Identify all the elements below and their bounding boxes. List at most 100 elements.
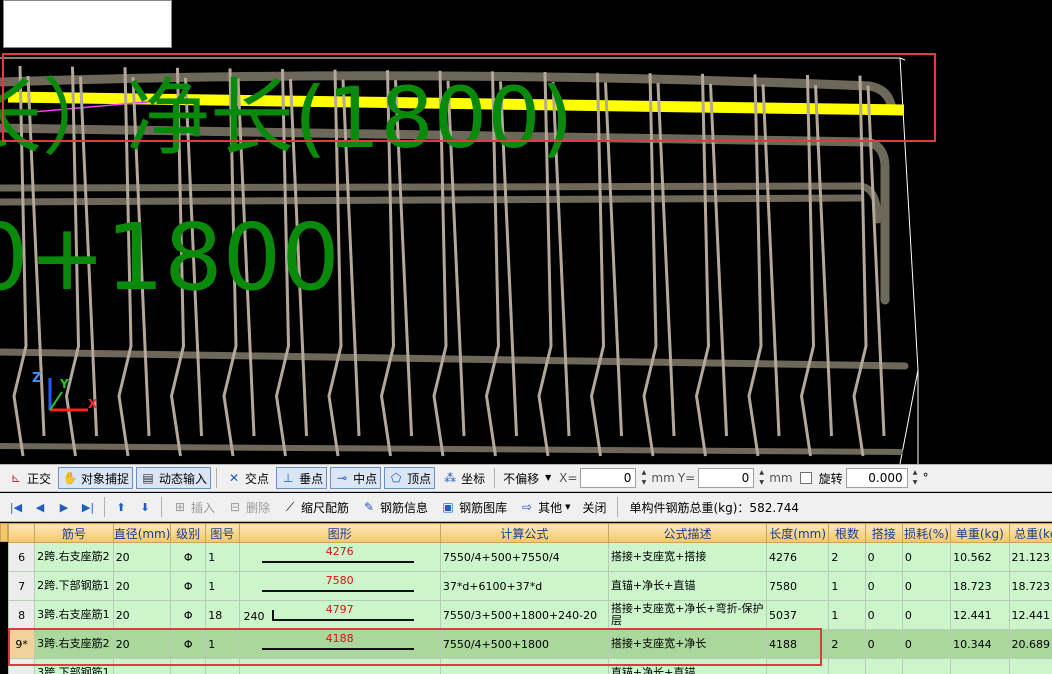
cell-name[interactable]: 2跨.下部钢筋1: [34, 571, 114, 601]
cell-total-w[interactable]: 12.441: [1008, 600, 1052, 630]
close-button[interactable]: 关闭: [578, 496, 610, 518]
cell-diameter[interactable]: 20: [112, 571, 172, 601]
row-number[interactable]: 9*: [7, 629, 36, 659]
cell-unit-w[interactable]: 18.723: [950, 571, 1010, 601]
rebar-info-button[interactable]: ✎ 钢筋信息: [357, 496, 432, 518]
row-number[interactable]: 6: [7, 542, 36, 572]
cell-formula[interactable]: 7550/3+500+1800+240-20: [439, 600, 609, 630]
previous-record-icon[interactable]: ◀: [30, 501, 50, 514]
row-number[interactable]: [7, 658, 36, 674]
cell-diameter[interactable]: [112, 658, 172, 674]
3d-viewport[interactable]: Z Y X 长）净长(1800) 0+1800: [0, 0, 1052, 464]
cell-lap[interactable]: 0: [864, 629, 903, 659]
cell-length[interactable]: 7580: [765, 571, 830, 601]
move-up-icon[interactable]: ⬆: [111, 501, 131, 514]
cell-grade[interactable]: Φ: [170, 542, 207, 572]
cell-grade[interactable]: [170, 658, 207, 674]
vertex-snap-button[interactable]: ⬠ 顶点: [384, 467, 436, 489]
cell-diameter[interactable]: 20: [112, 542, 172, 572]
coordinate-snap-button[interactable]: ⁂ 坐标: [438, 467, 489, 489]
cell-total-w[interactable]: [1008, 658, 1052, 674]
cell-lap[interactable]: 0: [864, 571, 903, 601]
cell-lap[interactable]: [864, 658, 903, 674]
cell-desc[interactable]: 直锚+净长+直锚: [607, 571, 767, 601]
rotate-input[interactable]: 0.000: [845, 468, 908, 488]
column-header[interactable]: 图号: [205, 523, 240, 543]
y-coord-input[interactable]: 0: [698, 468, 755, 488]
object-snap-button[interactable]: ✋ 对象捕捉: [58, 467, 134, 489]
column-header[interactable]: 长度(mm): [765, 523, 830, 543]
cell-formula[interactable]: [439, 658, 609, 674]
cell-name[interactable]: 3跨.右支座筋2: [34, 629, 114, 659]
column-header[interactable]: 搭接: [864, 523, 903, 543]
rebar-library-button[interactable]: ▣ 钢筋图库: [436, 496, 511, 518]
offset-mode-select[interactable]: 不偏移 ▼: [500, 468, 556, 488]
cell-length[interactable]: [765, 658, 830, 674]
cell-fig[interactable]: 1: [205, 571, 240, 601]
table-row[interactable]: 3跨.下部钢筋1 直锚+净长+直锚: [7, 658, 1052, 674]
cell-formula[interactable]: 37*d+6100+37*d: [439, 571, 609, 601]
cell-length[interactable]: 5037: [765, 600, 830, 630]
cell-loss[interactable]: 0: [901, 629, 952, 659]
cell-grade[interactable]: Φ: [170, 629, 207, 659]
intersection-snap-button[interactable]: ✕ 交点: [222, 467, 273, 489]
cell-shape[interactable]: [238, 658, 441, 674]
rotate-checkbox[interactable]: [799, 472, 812, 484]
cell-total-w[interactable]: 20.689: [1008, 629, 1052, 659]
column-header[interactable]: 公式描述: [607, 523, 767, 543]
scale-rebar-button[interactable]: ⟋ 缩尺配筋: [278, 496, 353, 518]
cell-loss[interactable]: 0: [901, 600, 952, 630]
cell-diameter[interactable]: 20: [112, 600, 172, 630]
column-header[interactable]: 损耗(%): [901, 523, 952, 543]
midpoint-snap-button[interactable]: ⊸ 中点: [330, 467, 382, 489]
x-coord-spinner[interactable]: ▲ ▼: [639, 468, 648, 488]
cell-lap[interactable]: 0: [864, 542, 903, 572]
column-header[interactable]: 计算公式: [439, 523, 609, 543]
row-number[interactable]: 8: [7, 600, 36, 630]
table-row[interactable]: 8 3跨.右支座筋1 20 Φ 18 4797 240 7550/3+500+1800+240…: [7, 600, 1052, 630]
cell-count[interactable]: 1: [828, 600, 866, 630]
cell-grade[interactable]: Φ: [170, 600, 207, 630]
column-header[interactable]: 总重(kg): [1008, 523, 1052, 543]
cell-fig[interactable]: 1: [205, 542, 240, 572]
other-menu-button[interactable]: ⇨ 其他 ▼: [515, 496, 574, 518]
cell-total-w[interactable]: 18.723: [1008, 571, 1052, 601]
cell-lap[interactable]: 0: [864, 600, 903, 630]
column-header[interactable]: 根数: [828, 523, 866, 543]
preview-window[interactable]: [3, 0, 172, 48]
y-coord-spinner[interactable]: ▲ ▼: [757, 468, 766, 488]
cell-formula[interactable]: 7550/4+500+1800: [439, 629, 609, 659]
ortho-button[interactable]: ⊾ 正交: [4, 467, 55, 489]
cell-loss[interactable]: [901, 658, 952, 674]
cell-count[interactable]: 1: [828, 571, 866, 601]
table-row[interactable]: 9* 3跨.右支座筋2 20 Φ 1 4188 7550/4+500+1800 搭接+支座宽+…: [7, 629, 1052, 659]
perpendicular-snap-button[interactable]: ⊥ 垂点: [276, 467, 328, 489]
dynamic-input-button[interactable]: ▤ 动态输入: [136, 467, 212, 489]
cell-name[interactable]: 3跨.右支座筋1: [34, 600, 114, 630]
cell-shape[interactable]: 4797 240: [238, 600, 441, 630]
cell-formula[interactable]: 7550/4+500+7550/4: [439, 542, 609, 572]
cell-fig[interactable]: [205, 658, 240, 674]
cell-shape[interactable]: 4188: [238, 629, 441, 659]
cell-diameter[interactable]: 20: [112, 629, 172, 659]
cell-desc[interactable]: 搭接+支座宽+净长+弯折-保护层: [607, 600, 767, 630]
move-down-icon[interactable]: ⬇: [135, 501, 155, 514]
column-header[interactable]: 单重(kg): [950, 523, 1010, 543]
first-record-icon[interactable]: |◀: [6, 501, 26, 514]
cell-unit-w[interactable]: 12.441: [950, 600, 1010, 630]
cell-total-w[interactable]: 21.123: [1008, 542, 1052, 572]
cell-shape[interactable]: 7580: [238, 571, 441, 601]
cell-grade[interactable]: Φ: [170, 571, 207, 601]
column-header[interactable]: 图形: [238, 523, 441, 543]
cell-name[interactable]: 3跨.下部钢筋1: [34, 658, 114, 674]
column-header[interactable]: 级别: [170, 523, 207, 543]
table-row[interactable]: 7 2跨.下部钢筋1 20 Φ 1 7580 37*d+6100+37*d 直锚+净长+直锚 7…: [7, 571, 1052, 601]
cell-desc[interactable]: 搭接+支座宽+搭接: [607, 542, 767, 572]
cell-desc[interactable]: 搭接+支座宽+净长: [607, 629, 767, 659]
cell-shape[interactable]: 4276: [238, 542, 441, 572]
cell-unit-w[interactable]: 10.344: [950, 629, 1010, 659]
cell-count[interactable]: 2: [828, 542, 866, 572]
insert-button[interactable]: ⊞ 插入: [168, 496, 219, 518]
next-record-icon[interactable]: ▶: [54, 501, 74, 514]
delete-button[interactable]: ⊟ 删除: [223, 496, 274, 518]
